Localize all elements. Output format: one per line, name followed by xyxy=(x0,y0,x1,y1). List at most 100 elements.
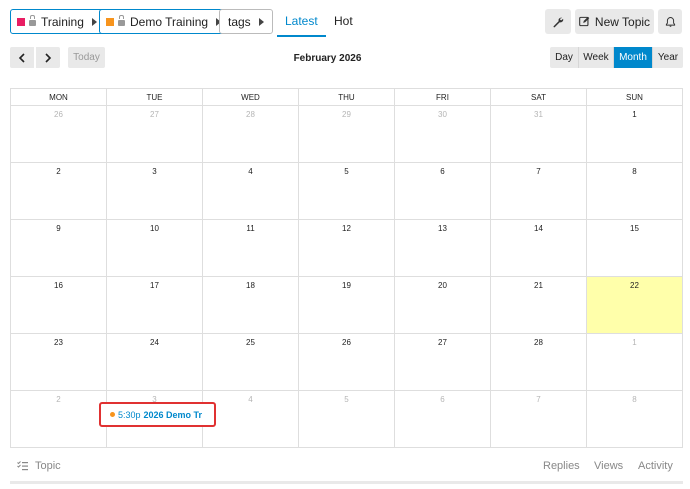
day-cell[interactable]: 26 xyxy=(11,106,107,162)
day-number: 11 xyxy=(246,224,255,233)
subcategory-label: Demo Training xyxy=(130,14,209,29)
day-cell[interactable]: 7 xyxy=(491,391,587,448)
day-cell[interactable]: 7 xyxy=(491,163,587,219)
new-topic-button[interactable]: New Topic xyxy=(575,9,654,34)
day-cell[interactable]: 9 xyxy=(11,220,107,276)
day-number: 6 xyxy=(440,167,445,176)
day-cell[interactable]: 26 xyxy=(299,334,395,390)
column-activity[interactable]: Activity xyxy=(638,460,673,472)
day-number: 3 xyxy=(152,167,157,176)
day-cell[interactable]: 20 xyxy=(395,277,491,333)
day-cell[interactable]: 30 xyxy=(395,106,491,162)
day-cell[interactable]: 8 xyxy=(587,163,682,219)
day-cell[interactable]: 3 xyxy=(107,163,203,219)
weekday-label: SAT xyxy=(491,89,587,105)
day-cell[interactable]: 28 xyxy=(203,106,299,162)
day-cell[interactable]: 4 xyxy=(203,163,299,219)
day-cell[interactable]: 11 xyxy=(203,220,299,276)
day-number: 10 xyxy=(150,224,159,233)
day-cell[interactable]: 16 xyxy=(11,277,107,333)
day-cell[interactable]: 25 xyxy=(203,334,299,390)
column-topic[interactable]: Topic xyxy=(35,460,61,472)
day-number: 26 xyxy=(54,110,63,119)
day-cell[interactable]: 4 xyxy=(203,391,299,448)
category-color-swatch xyxy=(106,17,114,26)
nav-latest[interactable]: Latest xyxy=(277,14,326,37)
day-cell[interactable]: 5 xyxy=(299,391,395,448)
admin-wrench-button[interactable] xyxy=(545,9,571,34)
view-year-button[interactable]: Year xyxy=(653,47,683,68)
day-cell[interactable]: 2 xyxy=(11,163,107,219)
week-row: 23 24 25 26 27 28 1 xyxy=(11,334,682,391)
lock-icon xyxy=(29,14,36,26)
day-cell-today[interactable]: 22 xyxy=(587,277,682,333)
day-number: 15 xyxy=(630,224,639,233)
day-cell[interactable]: 8 xyxy=(587,391,682,448)
day-number: 28 xyxy=(534,338,543,347)
day-number: 23 xyxy=(54,338,63,347)
view-month-button[interactable]: Month xyxy=(614,47,653,68)
column-views[interactable]: Views xyxy=(594,460,623,472)
view-week-button[interactable]: Week xyxy=(579,47,614,68)
day-number: 28 xyxy=(246,110,255,119)
day-cell[interactable]: 31 xyxy=(491,106,587,162)
bell-icon xyxy=(665,16,675,27)
weekday-label: WED xyxy=(203,89,299,105)
day-number: 2 xyxy=(56,167,61,176)
bulk-select-icon[interactable] xyxy=(17,461,28,474)
day-cell[interactable]: 17 xyxy=(107,277,203,333)
day-number: 20 xyxy=(438,281,447,290)
day-number: 9 xyxy=(56,224,61,233)
day-cell[interactable]: 21 xyxy=(491,277,587,333)
plus-square-icon xyxy=(579,16,590,27)
week-row: 2 3 4 5 6 7 8 xyxy=(11,163,682,220)
view-switcher: Day Week Month Year xyxy=(550,47,683,68)
day-cell[interactable]: 14 xyxy=(491,220,587,276)
day-cell[interactable]: 23 xyxy=(11,334,107,390)
day-cell[interactable]: 29 xyxy=(299,106,395,162)
day-cell[interactable]: 12 xyxy=(299,220,395,276)
day-number: 24 xyxy=(150,338,159,347)
day-cell[interactable]: 18 xyxy=(203,277,299,333)
weekday-label: SUN xyxy=(626,93,643,102)
day-cell[interactable]: 1 xyxy=(587,334,682,390)
day-cell[interactable]: 1 xyxy=(587,106,682,162)
topic-list-header: Topic Replies Views Activity xyxy=(0,460,690,480)
tags-dropdown[interactable]: tags xyxy=(219,9,273,34)
day-cell[interactable]: 2 xyxy=(11,391,107,448)
weekday-label: MON xyxy=(11,89,107,105)
weekday-label: FRI xyxy=(395,89,491,105)
calendar-event[interactable]: 5:30p 2026 Demo Tr xyxy=(99,402,216,427)
lock-icon xyxy=(118,14,125,26)
divider xyxy=(10,481,683,484)
day-number: 2 xyxy=(56,395,61,404)
day-cell[interactable]: 6 xyxy=(395,163,491,219)
day-number: 4 xyxy=(248,395,253,404)
wrench-icon xyxy=(553,17,564,27)
view-day-button[interactable]: Day xyxy=(550,47,579,68)
day-cell[interactable]: 10 xyxy=(107,220,203,276)
weekday-header: MON TUE WED THU FRI SAT SUN xyxy=(11,89,682,106)
day-number: 22 xyxy=(630,281,639,290)
day-number: 17 xyxy=(150,281,159,290)
day-cell[interactable]: 15 xyxy=(587,220,682,276)
day-cell[interactable]: 19 xyxy=(299,277,395,333)
nav-hot[interactable]: Hot xyxy=(334,14,353,28)
day-cell[interactable]: 27 xyxy=(107,106,203,162)
caret-right-icon xyxy=(258,17,264,26)
day-cell[interactable]: 6 xyxy=(395,391,491,448)
category-dropdown-training[interactable]: Training xyxy=(10,9,106,34)
month-grid: MON TUE WED THU FRI SAT SUN 26 27 28 29 … xyxy=(10,88,683,448)
day-number: 14 xyxy=(534,224,543,233)
category-dropdown-demo-training[interactable]: Demo Training xyxy=(99,9,231,34)
day-cell[interactable]: 5 xyxy=(299,163,395,219)
column-replies[interactable]: Replies xyxy=(543,460,580,472)
day-number: 5 xyxy=(344,395,349,404)
week-row: 9 10 11 12 13 14 15 xyxy=(11,220,682,277)
notifications-button[interactable] xyxy=(658,9,682,34)
day-cell[interactable]: 13 xyxy=(395,220,491,276)
day-cell[interactable]: 27 xyxy=(395,334,491,390)
day-number: 1 xyxy=(632,110,637,119)
day-cell[interactable]: 24 xyxy=(107,334,203,390)
day-cell[interactable]: 28 xyxy=(491,334,587,390)
